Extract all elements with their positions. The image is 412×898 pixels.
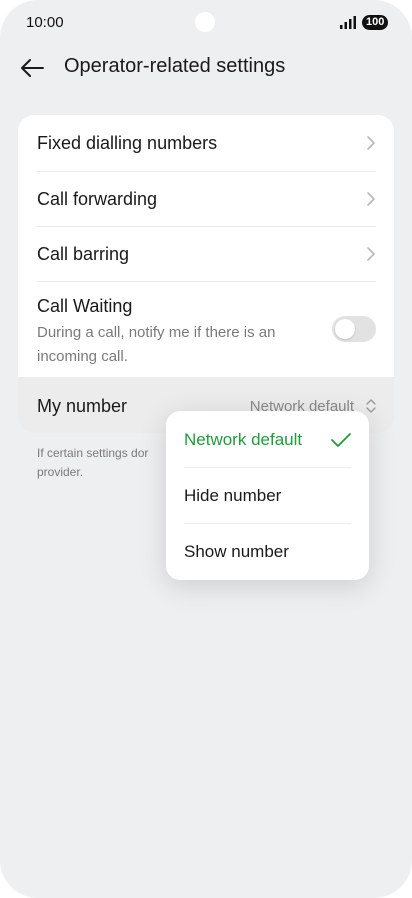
call-barring-row[interactable]: Call barring bbox=[18, 226, 394, 281]
call-forwarding-row[interactable]: Call forwarding bbox=[18, 171, 394, 226]
call-barring-label: Call barring bbox=[37, 244, 130, 264]
fixed-dialling-label: Fixed dialling numbers bbox=[37, 133, 218, 153]
my-number-label: My number bbox=[37, 396, 128, 416]
arrow-left-icon bbox=[21, 59, 44, 77]
call-waiting-description: During a call, notify me if there is an … bbox=[37, 324, 276, 365]
phone-screen: 10:00 100 Operator-related settings Fixe… bbox=[0, 0, 412, 898]
toggle-knob bbox=[335, 319, 355, 339]
option-label: Hide number bbox=[184, 486, 282, 505]
battery-icon: 100 bbox=[362, 15, 389, 30]
option-hide-number[interactable]: Hide number bbox=[166, 467, 369, 523]
option-network-default[interactable]: Network default bbox=[166, 411, 369, 467]
check-icon bbox=[331, 433, 351, 447]
chevron-right-icon bbox=[367, 247, 375, 261]
chevron-right-icon bbox=[367, 136, 375, 150]
call-waiting-title: Call Waiting bbox=[37, 296, 133, 316]
my-number-dropdown: Network default Hide number Show number bbox=[166, 411, 369, 580]
chevron-right-icon bbox=[367, 192, 375, 206]
settings-card: Fixed dialling numbers Call forwarding C… bbox=[18, 115, 394, 433]
camera-cutout bbox=[195, 12, 215, 32]
call-waiting-row: Call Waiting During a call, notify me if… bbox=[18, 281, 394, 377]
page-title: Operator-related settings bbox=[64, 55, 286, 77]
header: Operator-related settings bbox=[0, 48, 412, 88]
option-label: Network default bbox=[184, 430, 303, 449]
fixed-dialling-row[interactable]: Fixed dialling numbers bbox=[18, 115, 394, 170]
call-waiting-toggle[interactable] bbox=[332, 316, 376, 342]
call-forwarding-label: Call forwarding bbox=[37, 189, 158, 209]
back-button[interactable] bbox=[16, 52, 48, 84]
signal-icon bbox=[340, 16, 356, 29]
option-show-number[interactable]: Show number bbox=[166, 523, 369, 579]
status-time: 10:00 bbox=[26, 14, 64, 31]
option-label: Show number bbox=[184, 542, 289, 561]
status-bar: 10:00 100 bbox=[0, 0, 412, 44]
